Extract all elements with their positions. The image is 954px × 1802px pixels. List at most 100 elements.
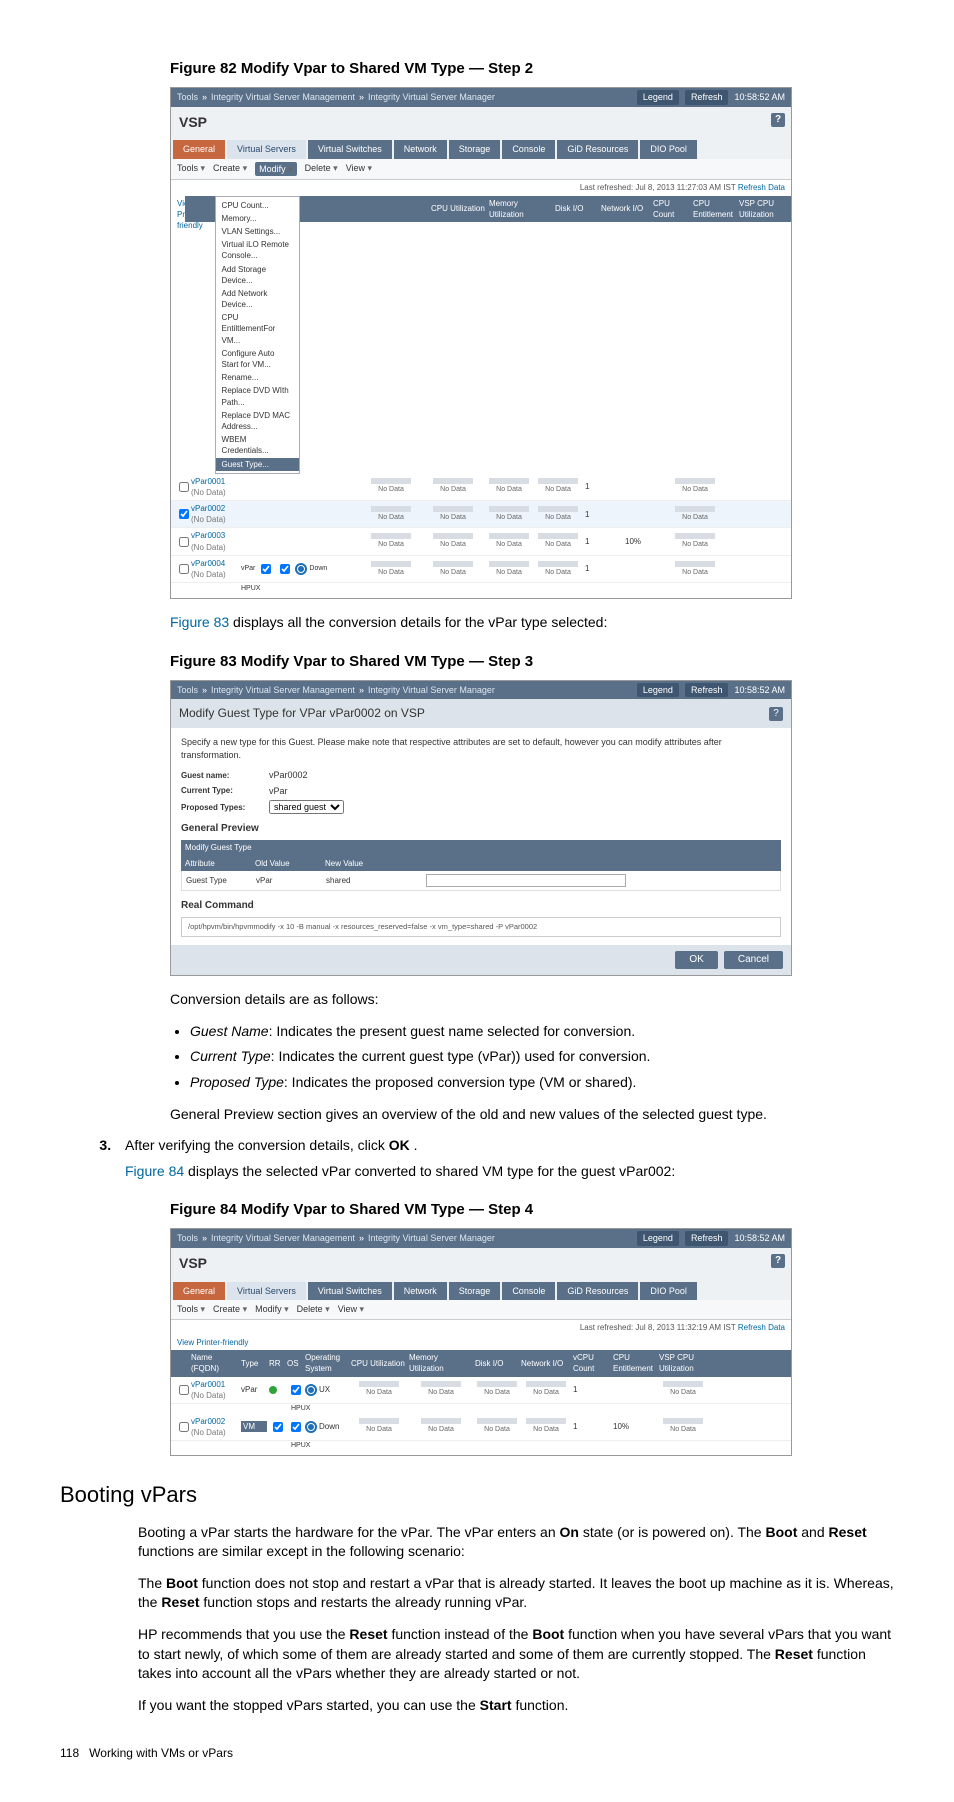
col-net-io: Network I/O (601, 203, 651, 214)
os-checkbox[interactable] (291, 1385, 301, 1395)
value-guest-name: vPar0002 (269, 769, 308, 782)
menu-rename[interactable]: Rename... (216, 371, 299, 384)
value-current-type: vPar (269, 785, 288, 798)
help-icon[interactable]: ? (771, 113, 785, 127)
vpar-link[interactable]: vPar0001 (191, 1380, 225, 1389)
tab-dio-pool[interactable]: DIO Pool (640, 1282, 697, 1301)
col-vsp-cpu: VSP CPU Utilization (739, 198, 787, 220)
col-name: Name (FQDN) (191, 1352, 239, 1374)
tab-storage[interactable]: Storage (449, 1282, 501, 1301)
menu-create[interactable]: Create (213, 162, 247, 177)
menu-delete[interactable]: Delete (305, 162, 338, 177)
figure-82-screenshot: Tools » Integrity Virtual Server Managem… (170, 87, 792, 599)
menu-view[interactable]: View (338, 1303, 364, 1316)
menu-dvd-path[interactable]: Replace DVD WIth Path... (216, 384, 299, 408)
vpar-link[interactable]: vPar0002 (191, 504, 225, 513)
tab-virtual-servers[interactable]: Virtual Servers (227, 140, 306, 159)
menu-delete[interactable]: Delete (297, 1303, 330, 1316)
figure-84-screenshot: Tools » Integrity Virtual Server Managem… (170, 1228, 792, 1455)
clock: 10:58:52 AM (734, 91, 785, 104)
os-checkbox[interactable] (291, 1422, 301, 1432)
col-vcpu-count: vCPU Count (573, 1352, 611, 1374)
menu-guest-type[interactable]: Guest Type... (216, 458, 299, 471)
col-os: OS (287, 1358, 303, 1369)
legend-button[interactable]: Legend (637, 683, 679, 698)
tab-virtual-switches[interactable]: Virtual Switches (308, 1282, 392, 1301)
row-checkbox[interactable] (179, 1422, 189, 1432)
refresh-button[interactable]: Refresh (685, 1231, 729, 1246)
tab-virtual-servers[interactable]: Virtual Servers (227, 1282, 306, 1301)
rr-checkbox[interactable] (273, 1422, 283, 1432)
dialog-note: Specify a new type for this Guest. Pleas… (181, 736, 781, 761)
tab-general[interactable]: General (173, 140, 225, 159)
menu-cpu-count[interactable]: CPU Count... (216, 199, 299, 212)
row-checkbox[interactable] (179, 482, 189, 492)
vpar-link[interactable]: vPar0004 (191, 559, 225, 568)
legend-button[interactable]: Legend (637, 90, 679, 105)
breadcrumb: Tools » Integrity Virtual Server Managem… (177, 684, 495, 697)
vpar-link[interactable]: vPar0003 (191, 531, 225, 540)
figure-83-link[interactable]: Figure 83 (170, 614, 229, 630)
proposed-types-select[interactable]: shared guest (269, 800, 344, 814)
menu-modify[interactable]: Modify (255, 162, 297, 177)
tab-gid-resources[interactable]: GiD Resources (557, 1282, 638, 1301)
clock: 10:58:52 AM (734, 684, 785, 697)
row-checkbox[interactable] (179, 537, 189, 547)
menu-autostart[interactable]: Configure Auto Start for VM... (216, 347, 299, 371)
menu-create[interactable]: Create (213, 1303, 247, 1316)
bullet-proposed-type: Proposed Type: Indicates the proposed co… (190, 1073, 894, 1093)
figure-83-caption: Figure 83 Modify Vpar to Shared VM Type … (170, 651, 894, 672)
tab-storage[interactable]: Storage (449, 140, 501, 159)
last-refresh: Last refreshed: Jul 8, 2013 11:32:19 AM … (580, 1323, 736, 1332)
tab-virtual-switches[interactable]: Virtual Switches (308, 140, 392, 159)
row-checkbox[interactable] (179, 564, 189, 574)
menu-view[interactable]: View (346, 162, 372, 177)
modify-dropdown-menu: CPU Count... Memory... VLAN Settings... … (215, 196, 300, 474)
hp-icon (305, 1421, 317, 1433)
menu-wbem[interactable]: WBEM Credentials... (216, 433, 299, 457)
tab-console[interactable]: Console (502, 140, 555, 159)
view-printer-friendly[interactable]: View Printer-friendly (171, 1335, 254, 1350)
menu-vlan[interactable]: VLAN Settings... (216, 225, 299, 238)
refresh-data-link[interactable]: Refresh Data (738, 1323, 785, 1332)
refresh-button[interactable]: Refresh (685, 683, 729, 698)
menu-memory[interactable]: Memory... (216, 212, 299, 225)
figure-84-link[interactable]: Figure 84 (125, 1163, 184, 1179)
help-icon[interactable]: ? (769, 707, 783, 721)
menu-dvd-mac[interactable]: Replace DVD MAC Address... (216, 409, 299, 433)
tab-network[interactable]: Network (394, 1282, 447, 1301)
ok-button[interactable]: OK (675, 951, 717, 969)
cancel-button[interactable]: Cancel (724, 951, 783, 969)
tab-dio-pool[interactable]: DIO Pool (640, 140, 697, 159)
hpux-label: HPUX (171, 583, 791, 598)
help-icon[interactable]: ? (771, 1254, 785, 1268)
vpar-link[interactable]: vPar0001 (191, 477, 225, 486)
clock: 10:58:52 AM (734, 1232, 785, 1245)
bullet-current-type: Current Type: Indicates the current gues… (190, 1047, 894, 1067)
refresh-button[interactable]: Refresh (685, 90, 729, 105)
inner-title: Modify Guest Type (181, 840, 781, 855)
row-checkbox[interactable] (179, 1385, 189, 1395)
col-cpu-count: CPU Count (653, 198, 691, 220)
col-operating-system: Operating System (305, 1352, 349, 1374)
menu-add-network[interactable]: Add Network Device... (216, 287, 299, 311)
menu-tools[interactable]: Tools (177, 162, 205, 177)
tab-console[interactable]: Console (502, 1282, 555, 1301)
legend-button[interactable]: Legend (637, 1231, 679, 1246)
menu-vilo[interactable]: Virtual iLO Remote Console... (216, 238, 299, 262)
breadcrumb: Tools » Integrity Virtual Server Managem… (177, 1232, 495, 1245)
vpar-link[interactable]: vPar0002 (191, 1417, 225, 1426)
tab-gid-resources[interactable]: GiD Resources (557, 140, 638, 159)
menu-cpu-entitle[interactable]: CPU EntiltlementFor VM... (216, 311, 299, 347)
refresh-data-link[interactable]: Refresh Data (738, 183, 785, 192)
tab-general[interactable]: General (173, 1282, 225, 1301)
empty-input[interactable] (426, 874, 626, 887)
menu-modify[interactable]: Modify (255, 1303, 289, 1316)
menu-tools[interactable]: Tools (177, 1303, 205, 1316)
tab-network[interactable]: Network (394, 140, 447, 159)
menu-add-storage[interactable]: Add Storage Device... (216, 263, 299, 287)
row-checkbox[interactable] (179, 509, 189, 519)
hp-icon (305, 1384, 317, 1396)
booting-p1: Booting a vPar starts the hardware for t… (138, 1523, 894, 1562)
figure-83-screenshot: Tools » Integrity Virtual Server Managem… (170, 680, 792, 977)
